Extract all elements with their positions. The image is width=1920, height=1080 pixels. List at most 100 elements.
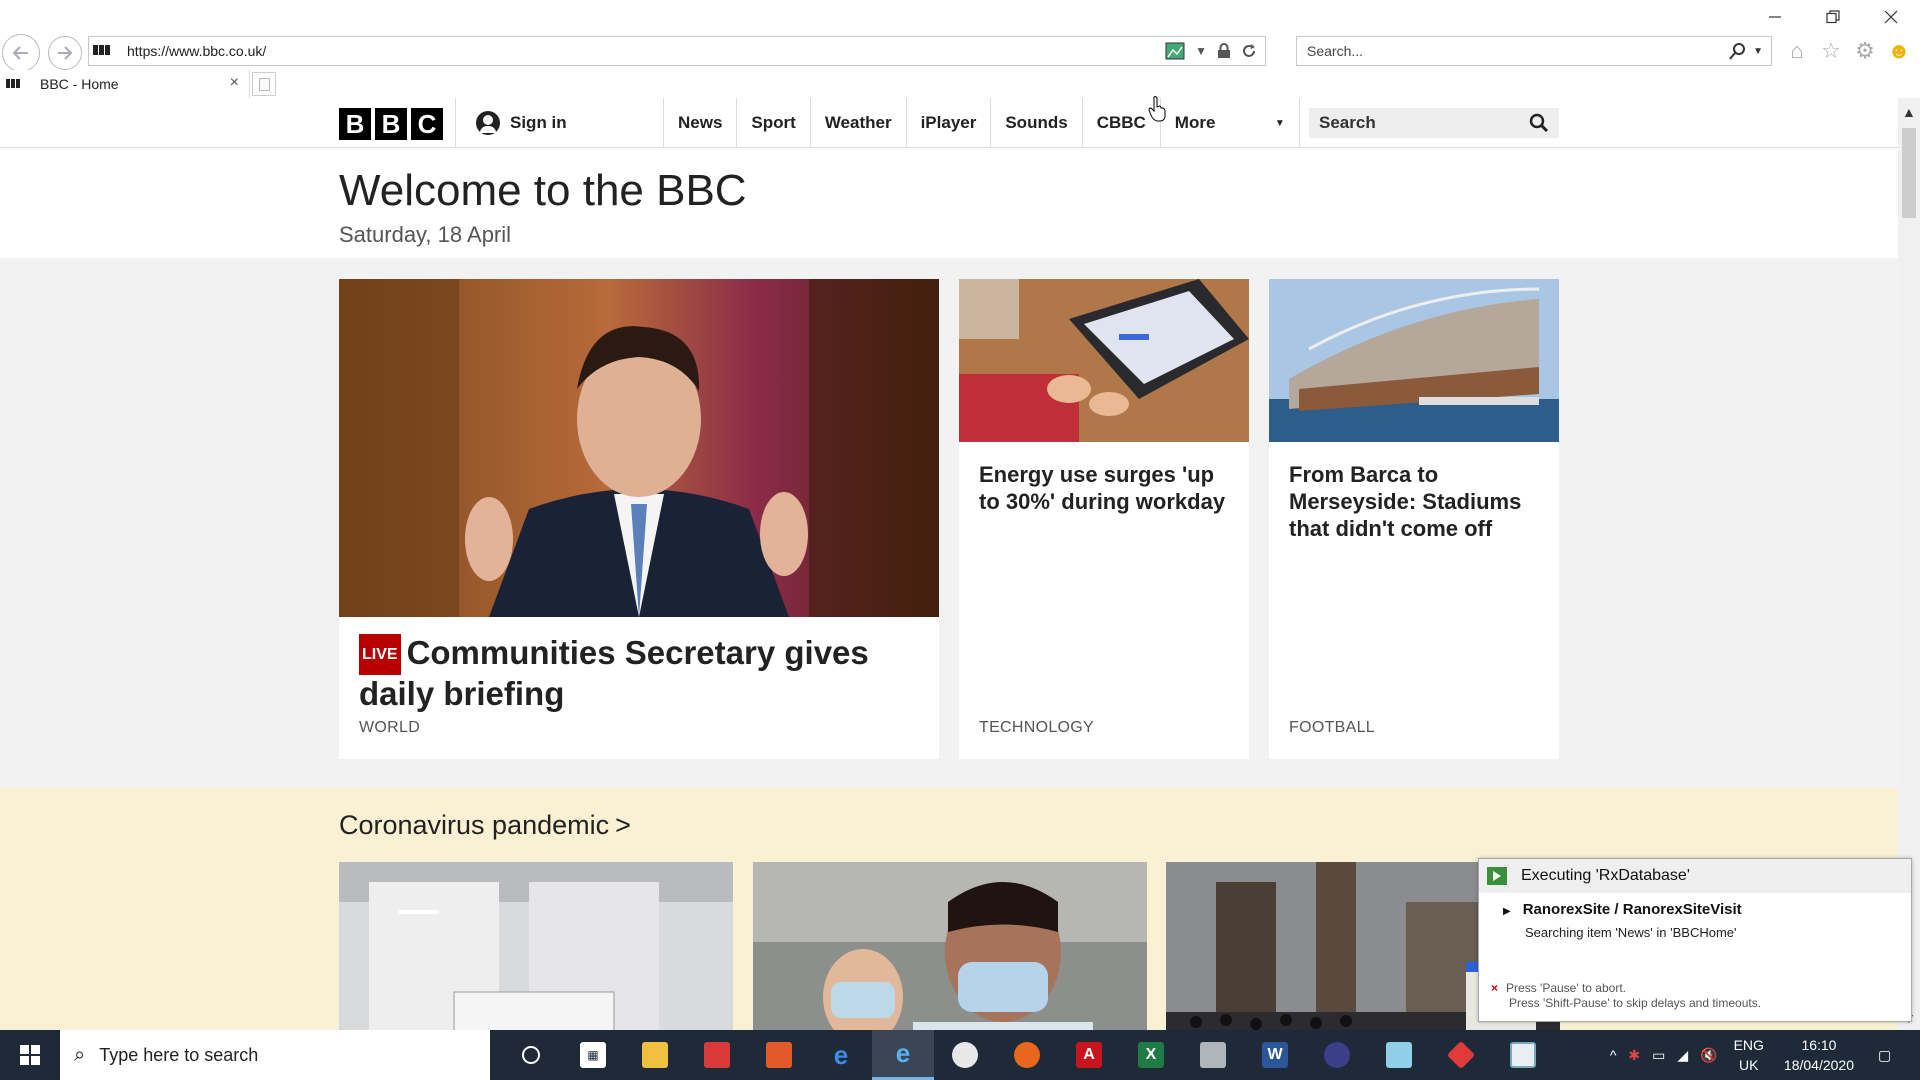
nav-more-dropdown[interactable]: More ▼ (1159, 98, 1300, 148)
taskbar-eclipse[interactable] (1306, 1030, 1368, 1080)
taskbar-internet-explorer[interactable]: e (872, 1030, 934, 1080)
story-headline-technology[interactable]: Energy use surges 'up to 30%' during wor… (979, 461, 1229, 515)
feedback-smiley-icon[interactable]: ☻ (1886, 38, 1912, 64)
story-tag-technology[interactable]: TECHNOLOGY (979, 719, 1094, 737)
taskbar-file-explorer[interactable] (624, 1030, 686, 1080)
ranorex-footer: × Press 'Pause' to abort. Press 'Shift-Pa… (1491, 981, 1761, 1011)
taskbar-search-box[interactable]: ⌕ Type here to search (60, 1030, 490, 1080)
lead-story-image[interactable] (339, 279, 939, 617)
restore-icon (1826, 10, 1840, 24)
story-image-stadium[interactable] (1269, 279, 1559, 442)
ranorex-run-icon (1487, 867, 1507, 885)
signin-link[interactable]: Sign in (455, 98, 663, 148)
taskbar-excel[interactable]: X (1120, 1030, 1182, 1080)
firefox-icon (1014, 1042, 1040, 1068)
section-title: Coronavirus pandemic (339, 810, 610, 840)
back-button[interactable] (2, 34, 40, 72)
covid-story-image-1[interactable] (339, 862, 733, 1030)
start-button[interactable] (0, 1030, 60, 1080)
taskbar-tools-app[interactable] (1430, 1030, 1492, 1080)
page-title: Welcome to the BBC (339, 166, 747, 215)
network-icon[interactable]: ◢ (1677, 1047, 1688, 1064)
taskbar-clock[interactable]: 16:10 18/04/2020 (1784, 1035, 1854, 1075)
nav-more-label: More (1174, 113, 1216, 132)
nav-link-weather[interactable]: Weather (809, 98, 906, 148)
minimize-button[interactable] (1746, 0, 1804, 34)
lead-story-headline[interactable]: LIVE Communities Secretary gives daily br… (359, 634, 919, 712)
bbc-logo-letter: C (411, 108, 443, 140)
story-tag-football[interactable]: FOOTBALL (1289, 719, 1375, 737)
nav-link-news[interactable]: News (663, 98, 736, 148)
taskbar-word[interactable]: W (1244, 1030, 1306, 1080)
abort-x-icon: × (1491, 981, 1499, 995)
address-bar[interactable]: https://www.bbc.co.uk/ ▼ (88, 36, 1266, 66)
live-badge: LIVE (359, 634, 401, 675)
windows-logo-icon (20, 1045, 40, 1065)
bbc-logo-letter: B (339, 108, 371, 140)
forward-button[interactable] (48, 36, 82, 70)
settings-gear-icon[interactable]: ⚙ (1852, 38, 1878, 64)
antivirus-icon[interactable]: ✱ (1628, 1047, 1640, 1064)
address-row: https://www.bbc.co.uk/ ▼ Search... ▼ ⌂ ☆… (0, 30, 1920, 72)
scroll-up-icon[interactable]: ▲ (1902, 104, 1916, 120)
language-indicator[interactable]: ENG UK (1734, 1035, 1764, 1075)
folder-icon (642, 1042, 668, 1068)
ranorex-status-popup: Executing 'RxDatabase' ▶ RanorexSite / Ra… (1478, 858, 1912, 1022)
taskbar-orange-app[interactable] (748, 1030, 810, 1080)
taskbar-paint-app[interactable] (934, 1030, 996, 1080)
lead-story-title-text[interactable]: Communities Secretary gives daily briefi… (359, 634, 869, 712)
story-image-laptop[interactable] (959, 279, 1249, 442)
tab-row: BBC - Home × (0, 70, 1920, 98)
favorites-star-icon[interactable]: ☆ (1818, 38, 1844, 64)
scrollbar-thumb[interactable] (1902, 128, 1916, 218)
lead-story-tag[interactable]: WORLD (359, 719, 420, 737)
tab-bbc-home[interactable]: BBC - Home × (0, 70, 250, 98)
story-card-technology[interactable]: Energy use surges 'up to 30%' during wor… (959, 279, 1249, 759)
coronavirus-section-link[interactable]: Coronavirus pandemic > (339, 810, 631, 841)
story-headline-football[interactable]: From Barca to Merseyside: Stadiums that … (1289, 461, 1539, 542)
window-app-icon (1510, 1042, 1536, 1068)
taskbar-gray-app[interactable] (1182, 1030, 1244, 1080)
bbc-logo[interactable]: B B C (339, 108, 443, 140)
nav-link-sounds[interactable]: Sounds (990, 98, 1081, 148)
search-icon[interactable] (1729, 42, 1747, 60)
ranorex-studio-icon (1386, 1042, 1412, 1068)
taskbar-edge[interactable]: e (810, 1030, 872, 1080)
lead-story-card[interactable]: LIVE Communities Secretary gives daily br… (339, 279, 939, 759)
show-hidden-icons-chevron-icon[interactable]: ^ (1610, 1047, 1617, 1063)
close-window-button[interactable] (1862, 0, 1920, 34)
notification-center-icon[interactable]: ▢ (1878, 1047, 1908, 1064)
restore-button[interactable] (1804, 0, 1862, 34)
taskbar-acrobat[interactable]: A (1058, 1030, 1120, 1080)
ranorex-footer-line2: Press 'Shift-Pause' to skip delays and t… (1509, 996, 1762, 1010)
bbc-search-box[interactable]: Search (1309, 108, 1559, 138)
word-icon: W (1262, 1042, 1288, 1068)
taskbar-ranorex-studio[interactable] (1368, 1030, 1430, 1080)
lock-icon[interactable] (1217, 43, 1231, 59)
browser-search-actions: ▼ (1729, 42, 1763, 60)
battery-icon[interactable]: ▭ (1652, 1047, 1665, 1064)
store-bag-icon: ▦ (580, 1042, 606, 1068)
story-card-football[interactable]: From Barca to Merseyside: Stadiums that … (1269, 279, 1559, 759)
taskbar-search-placeholder: Type here to search (99, 1044, 259, 1065)
taskbar-red-app[interactable] (686, 1030, 748, 1080)
home-icon[interactable]: ⌂ (1784, 38, 1810, 64)
tab-close-icon[interactable]: × (230, 74, 239, 92)
compat-view-icon[interactable] (1165, 42, 1185, 60)
taskbar-store[interactable]: ▦ (562, 1030, 624, 1080)
taskbar-cortana[interactable] (500, 1030, 562, 1080)
nav-link-iplayer[interactable]: iPlayer (905, 98, 991, 148)
close-icon (1884, 10, 1898, 24)
browser-search-box[interactable]: Search... ▼ (1296, 36, 1772, 66)
search-icon[interactable] (1529, 113, 1549, 133)
taskbar-firefox[interactable] (996, 1030, 1058, 1080)
covid-story-image-2[interactable] (753, 862, 1147, 1030)
refresh-icon[interactable] (1241, 43, 1257, 59)
nav-link-sport[interactable]: Sport (736, 98, 809, 148)
taskbar-window-app[interactable] (1492, 1030, 1554, 1080)
new-tab-button[interactable] (252, 72, 276, 96)
address-url[interactable]: https://www.bbc.co.uk/ (127, 43, 266, 59)
search-dropdown-icon[interactable]: ▼ (1753, 46, 1763, 57)
volume-muted-icon[interactable]: 🔇 (1700, 1047, 1717, 1064)
dropdown-arrow-icon[interactable]: ▼ (1195, 44, 1207, 58)
